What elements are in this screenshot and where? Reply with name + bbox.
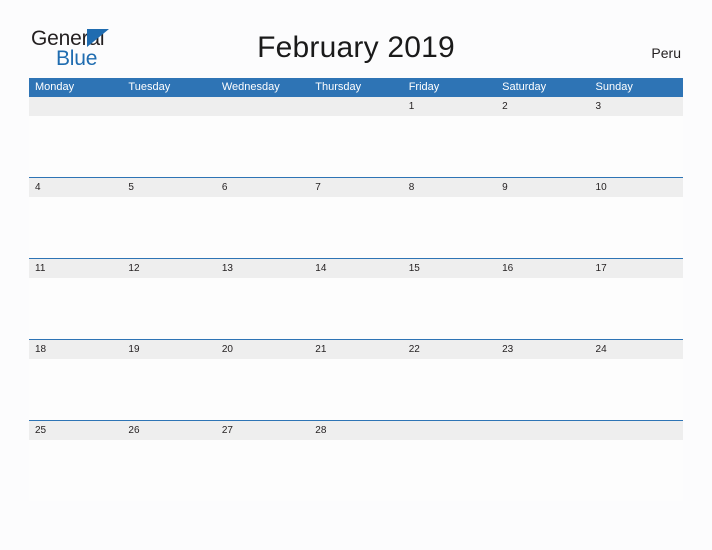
day-cell[interactable]: 25: [29, 421, 122, 440]
date-band: 11 12 13 14 15 16 17: [29, 259, 683, 278]
week-note-area[interactable]: [29, 440, 683, 501]
day-cell[interactable]: 21: [309, 340, 402, 359]
day-cell[interactable]: 1: [403, 97, 496, 116]
weekday-saturday: Saturday: [502, 81, 547, 93]
day-cell[interactable]: 9: [496, 178, 589, 197]
weekday-monday: Monday: [35, 81, 75, 93]
date-band: 25 26 27 28: [29, 421, 683, 440]
week-note-area[interactable]: [29, 359, 683, 420]
day-cell[interactable]: 12: [122, 259, 215, 278]
weekday-tuesday: Tuesday: [128, 81, 171, 93]
day-cell[interactable]: 13: [216, 259, 309, 278]
date-band: 1 2 3: [29, 97, 683, 116]
weekday-sunday: Sunday: [595, 81, 633, 93]
day-cell[interactable]: 18: [29, 340, 122, 359]
day-cell[interactable]: 10: [590, 178, 683, 197]
day-cell[interactable]: 22: [403, 340, 496, 359]
day-cell[interactable]: [216, 97, 309, 116]
day-cell[interactable]: [309, 97, 402, 116]
weekday-friday: Friday: [408, 81, 440, 93]
page-header: General Blue February 2019 Peru: [0, 0, 712, 78]
week-row: 18 19 20 21 22 23 24: [29, 339, 683, 420]
day-cell[interactable]: 14: [309, 259, 402, 278]
week-row: 1 2 3: [29, 96, 683, 177]
day-cell[interactable]: 5: [122, 178, 215, 197]
day-cell[interactable]: 4: [29, 178, 122, 197]
day-cell[interactable]: 28: [309, 421, 402, 440]
week-note-area[interactable]: [29, 116, 683, 177]
day-cell[interactable]: [590, 421, 683, 440]
day-cell[interactable]: 20: [216, 340, 309, 359]
day-cell[interactable]: 27: [216, 421, 309, 440]
page-title: February 2019: [257, 31, 455, 64]
country-label: Peru: [651, 45, 681, 61]
week-row: 4 5 6 7 8 9 10: [29, 177, 683, 258]
week-note-area[interactable]: [29, 197, 683, 258]
calendar-page: General Blue February 2019 Peru Monday T…: [0, 0, 712, 550]
day-cell[interactable]: 15: [403, 259, 496, 278]
day-cell[interactable]: 2: [496, 97, 589, 116]
week-note-area[interactable]: [29, 278, 683, 339]
day-cell[interactable]: 8: [403, 178, 496, 197]
day-cell[interactable]: 23: [496, 340, 589, 359]
weekday-thursday: Thursday: [315, 81, 362, 93]
date-band: 4 5 6 7 8 9 10: [29, 178, 683, 197]
day-cell[interactable]: 16: [496, 259, 589, 278]
day-cell[interactable]: [122, 97, 215, 116]
day-cell[interactable]: [29, 97, 122, 116]
day-cell[interactable]: 24: [590, 340, 683, 359]
day-cell[interactable]: [496, 421, 589, 440]
day-cell[interactable]: 7: [309, 178, 402, 197]
day-cell[interactable]: 17: [590, 259, 683, 278]
day-cell[interactable]: 19: [122, 340, 215, 359]
weekday-wednesday: Wednesday: [221, 81, 280, 93]
week-row: 11 12 13 14 15 16 17: [29, 258, 683, 339]
day-cell[interactable]: 11: [29, 259, 122, 278]
day-cell[interactable]: 6: [216, 178, 309, 197]
day-cell[interactable]: 3: [590, 97, 683, 116]
day-cell[interactable]: 26: [122, 421, 215, 440]
day-cell[interactable]: [403, 421, 496, 440]
date-band: 18 19 20 21 22 23 24: [29, 340, 683, 359]
weekday-header-row: Monday Tuesday Wednesday Thursday Friday…: [29, 78, 683, 96]
week-row: 25 26 27 28: [29, 420, 683, 501]
calendar-grid: Monday Tuesday Wednesday Thursday Friday…: [29, 78, 683, 501]
